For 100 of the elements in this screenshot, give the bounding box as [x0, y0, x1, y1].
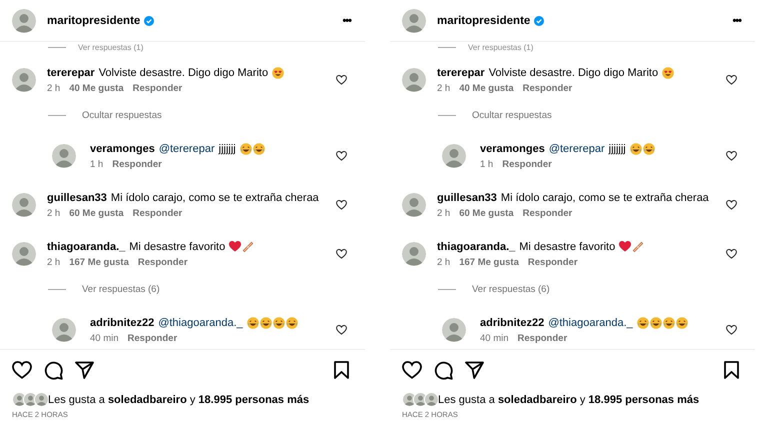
reply-link[interactable]: Responder — [132, 208, 182, 218]
profile-username[interactable]: maritopresidente — [437, 14, 530, 26]
send-icon[interactable] — [465, 361, 484, 379]
username-link[interactable]: adribnitez22 — [480, 316, 544, 328]
username-link[interactable]: guillesan33 — [437, 192, 497, 204]
like-icon[interactable] — [402, 361, 422, 379]
replies-toggle-link[interactable]: Ver respuestas (6) — [82, 284, 160, 294]
comment-time: 2 h — [47, 208, 60, 218]
comment-text: Mi desastre favorito — [129, 240, 226, 252]
username-link[interactable]: tererepar — [47, 66, 95, 78]
laughing-face-icon — [630, 142, 642, 154]
user-avatar[interactable] — [52, 318, 76, 342]
user-avatar[interactable] — [442, 144, 466, 168]
user-avatar[interactable] — [402, 242, 426, 266]
likes-count[interactable]: 167 Me gusta — [69, 256, 129, 268]
mention-link[interactable]: @thiagoaranda._ — [548, 316, 633, 328]
likes-count[interactable]: 60 Me gusta — [69, 208, 124, 218]
reply-link[interactable]: Responder — [112, 158, 162, 170]
profile-avatar[interactable] — [402, 8, 426, 32]
send-icon[interactable] — [75, 361, 94, 379]
laughing-face-icon — [662, 316, 675, 328]
view-replies-link[interactable]: Ver respuestas (1) — [468, 42, 534, 52]
comment-text: Volviste desastre. Digo digo Marito — [98, 66, 268, 78]
laughing-face-icon — [252, 142, 265, 154]
like-heart-icon[interactable] — [336, 151, 347, 161]
reply-link[interactable]: Responder — [502, 158, 552, 170]
laughing-face-icon — [642, 142, 655, 154]
likes-count[interactable]: 40 Me gusta — [459, 82, 514, 94]
username-link[interactable]: veramonges — [480, 142, 545, 154]
laughing-face-icon — [272, 316, 285, 328]
replies-toggle-link[interactable]: Ocultar respuestas — [472, 110, 552, 120]
likes-count[interactable]: 40 Me gusta — [69, 82, 124, 94]
liker-avatar[interactable] — [34, 392, 49, 407]
heart-icon — [619, 241, 632, 252]
user-avatar[interactable] — [12, 193, 36, 217]
more-options-button[interactable]: ••• — [732, 14, 741, 26]
smiley-icon — [662, 66, 674, 78]
likes-count[interactable]: 167 Me gusta — [459, 256, 519, 268]
mention-link[interactable]: @tererepar — [548, 142, 605, 154]
comment-icon[interactable] — [434, 360, 453, 380]
like-icon[interactable] — [12, 361, 32, 379]
laughing-face-icon — [240, 142, 252, 154]
mention-link[interactable]: @tererepar — [158, 142, 215, 154]
bookmark-icon[interactable] — [724, 361, 739, 379]
user-avatar[interactable] — [442, 318, 466, 342]
liker-avatar[interactable] — [424, 392, 439, 407]
like-heart-icon[interactable] — [726, 151, 737, 161]
profile-avatar[interactable] — [12, 8, 36, 32]
like-heart-icon[interactable] — [726, 325, 737, 335]
reply-link[interactable]: Responder — [128, 332, 178, 344]
username-link[interactable]: adribnitez22 — [90, 316, 154, 328]
user-avatar[interactable] — [12, 242, 36, 266]
replies-toggle-link[interactable]: Ver respuestas (6) — [472, 284, 550, 294]
like-heart-icon[interactable] — [726, 249, 737, 259]
comment-time: 1 h — [480, 158, 494, 170]
like-heart-icon[interactable] — [726, 200, 737, 210]
username-link[interactable]: tererepar — [437, 66, 485, 78]
username-link[interactable]: veramonges — [90, 142, 155, 154]
likes-count[interactable]: 60 Me gusta — [459, 208, 514, 218]
comment-time: 40 min — [90, 332, 119, 344]
comment-time: 40 min — [480, 332, 509, 344]
user-avatar[interactable] — [402, 193, 426, 217]
replies-toggle-link[interactable]: Ocultar respuestas — [82, 110, 162, 120]
like-heart-icon[interactable] — [336, 75, 347, 85]
smiley-icon — [272, 66, 284, 78]
reply-link[interactable]: Responder — [522, 82, 572, 94]
comment-text: Mi desastre favorito — [519, 240, 616, 252]
comment-time: 2 h — [437, 208, 450, 218]
laughing-face-icon — [260, 316, 272, 328]
username-link[interactable]: guillesan33 — [47, 192, 107, 204]
view-replies-link[interactable]: Ver respuestas (1) — [78, 42, 144, 52]
like-heart-icon[interactable] — [336, 200, 347, 210]
user-avatar[interactable] — [402, 68, 426, 92]
like-heart-icon[interactable] — [726, 75, 737, 85]
likes-summary[interactable]: Les gusta a soledadbareiro y 18.995 personas más — [48, 394, 310, 406]
comment-text: Mi ídolo carajo, como se te extraña cheraa — [110, 192, 319, 204]
mention-link[interactable]: @thiagoaranda._ — [158, 316, 243, 328]
bookmark-icon[interactable] — [334, 361, 349, 379]
likes-summary[interactable]: Les gusta a soledadbareiro y 18.995 personas más — [438, 394, 700, 406]
username-link[interactable]: thiagoaranda._ — [437, 240, 516, 252]
user-avatar[interactable] — [52, 144, 76, 168]
heart-icon — [229, 241, 242, 252]
more-options-button[interactable]: ••• — [342, 14, 351, 26]
profile-username[interactable]: maritopresidente — [47, 14, 140, 26]
laughing-face-icon — [676, 316, 688, 328]
user-avatar[interactable] — [12, 68, 36, 92]
comment-time: 2 h — [47, 256, 60, 268]
reply-link[interactable]: Responder — [132, 82, 182, 94]
comment-text: jjjjjjj — [608, 142, 626, 154]
laughing-face-icon — [286, 316, 298, 328]
comment-text: Mi ídolo carajo, como se te extraña cheraa — [500, 192, 709, 204]
like-heart-icon[interactable] — [336, 325, 347, 335]
reply-link[interactable]: Responder — [522, 208, 572, 218]
reply-link[interactable]: Responder — [138, 256, 188, 268]
comment-icon[interactable] — [44, 360, 63, 380]
laughing-face-icon — [650, 316, 662, 328]
like-heart-icon[interactable] — [336, 249, 347, 259]
reply-link[interactable]: Responder — [518, 332, 568, 344]
reply-link[interactable]: Responder — [528, 256, 578, 268]
username-link[interactable]: thiagoaranda._ — [47, 240, 126, 252]
